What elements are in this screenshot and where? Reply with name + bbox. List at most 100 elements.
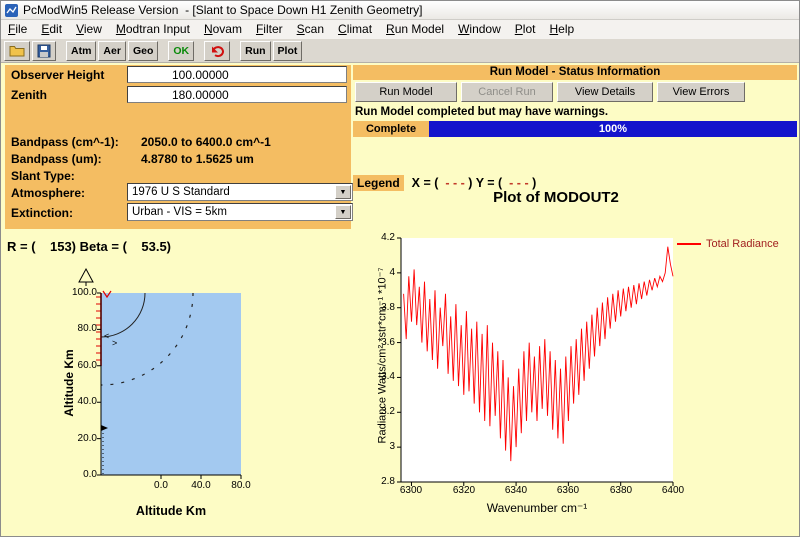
open-folder-icon [9,46,25,57]
spec-ytick-label: 2.8 [381,476,395,487]
progress-bar: 100% [429,121,797,137]
menu-item-climat[interactable]: Climat [331,20,379,39]
chevron-down-icon[interactable]: ▼ [335,205,351,219]
atmosphere-label: Atmosphere: [11,186,86,200]
observer-marker-icon [78,267,94,286]
r-beta-readout: R = ( 153) Beta = ( 53.5) [7,239,172,254]
toolbar: Atm Aer Geo OK Run Plot [1,39,799,63]
plot-title: Plot of MODOUT2 [493,189,619,206]
menu-item-modtran-input[interactable]: Modtran Input [109,20,197,39]
menu-item-filter[interactable]: Filter [249,20,290,39]
legend-chip: Legend [353,175,404,191]
atmosphere-select[interactable]: 1976 U S Standard ▼ [127,183,353,201]
geo-xtick-label: 0.0 [154,480,168,491]
open-file-button[interactable] [4,40,30,61]
save-icon [37,44,51,57]
x-tick-marks [160,475,242,479]
geo-xtick-label: 80.0 [231,480,251,491]
geometry-x-axis-label: Altitude Km [135,504,207,518]
observer-height-label: Observer Height [11,68,105,82]
run-model-button[interactable]: Run Model [355,82,457,102]
spectrum-plot [397,237,674,486]
geo-ytick-label: 60.0 [77,360,97,371]
bandpass-um-label: Bandpass (um): [11,152,102,166]
menu-item-view[interactable]: View [69,20,109,39]
menu-item-scan[interactable]: Scan [290,20,331,39]
menu-item-novam[interactable]: Novam [197,20,249,39]
undo-button[interactable] [204,40,231,61]
app-window: PcModWin5 Release Version - [Slant to Sp… [0,0,800,537]
undo-arrow-icon [212,45,225,57]
chevron-down-icon[interactable]: ▼ [335,185,351,199]
spectrum-y-axis-label: Radiance Watts/cm² *str*cm⁻¹ *10⁻⁷ [376,267,389,444]
atmosphere-area [101,293,241,475]
geo-ytick-label: 40.0 [77,396,97,407]
geo-ytick-label: 0.0 [83,469,97,480]
plot-button[interactable]: Plot [272,40,303,61]
angle-glyph-left: < [104,331,109,341]
spec-ytick-label: 4.2 [381,232,395,243]
menu-bar: File Edit View Modtran Input Novam Filte… [1,20,799,40]
observer-height-input[interactable] [127,66,347,83]
cursor-close-paren: ) [528,176,537,190]
spec-xtick-label: 6400 [661,485,685,496]
complete-label: Complete [353,121,429,137]
menu-item-run-model[interactable]: Run Model [379,20,451,39]
window-title: PcModWin5 Release Version - [Slant to Sp… [23,3,423,17]
app-icon [5,3,18,17]
spec-ytick-label: 3.2 [381,406,395,417]
atmosphere-value: 1976 U S Standard [132,186,230,198]
geo-button[interactable]: Geo [127,40,159,61]
menu-item-window[interactable]: Window [451,20,508,39]
ok-button[interactable]: OK [168,40,195,61]
spec-ytick-label: 3 [389,441,395,452]
menu-item-help[interactable]: Help [542,20,581,39]
aer-button[interactable]: Aer [98,40,126,61]
geometry-plot: < > [96,290,242,479]
spec-ytick-label: 3.8 [381,302,395,313]
spec-ytick-label: 4 [389,267,395,278]
view-errors-button[interactable]: View Errors [657,82,745,102]
menu-item-plot[interactable]: Plot [508,20,543,39]
extinction-label: Extinction: [11,206,73,220]
cursor-x-value: - - - [441,176,465,190]
zenith-label: Zenith [11,88,47,102]
geo-xtick-label: 40.0 [191,480,211,491]
bandpass-um-value: 4.8780 to 1.5625 um [141,152,254,166]
run-button[interactable]: Run [240,40,271,61]
geo-ytick-label: 100.0 [71,287,97,298]
series-legend-label: Total Radiance [706,238,779,250]
zenith-input[interactable] [127,86,347,103]
cursor-y-value: - - - [505,176,529,190]
spec-xtick-label: 6340 [504,485,528,496]
atm-button[interactable]: Atm [66,40,97,61]
spec-xtick-label: 6320 [452,485,476,496]
extinction-select[interactable]: Urban - VIS = 5km ▼ [127,203,353,221]
cursor-y-label: ) Y = ( [464,176,506,190]
slant-type-label: Slant Type: [11,169,75,183]
cancel-run-button[interactable]: Cancel Run [461,82,553,102]
geo-ytick-label: 20.0 [77,433,97,444]
spec-xtick-label: 6360 [556,485,580,496]
spectrum-x-axis-label: Wavenumber cm⁻¹ [486,501,588,515]
geo-ytick-label: 80.0 [77,323,97,334]
plot-background [401,238,673,482]
bandpass-cm-label: Bandpass (cm^-1): [11,135,119,149]
spec-ytick-label: 3.4 [381,371,395,382]
view-details-button[interactable]: View Details [557,82,653,102]
menu-item-file[interactable]: File [1,20,34,39]
status-header: Run Model - Status Information [353,65,797,80]
cursor-x-label: X = ( [411,176,442,190]
bandpass-cm-value: 2050.0 to 6400.0 cm^-1 [141,135,271,149]
red-line-swatch [677,243,701,245]
status-message: Run Model completed but may have warning… [355,106,609,118]
extinction-value: Urban - VIS = 5km [132,206,227,218]
save-button[interactable] [32,40,56,61]
run-model-status-panel: Run Model - Status Information Run Model… [353,65,797,139]
parameters-panel: Observer Height Zenith Bandpass (cm^-1):… [5,65,353,229]
geometry-y-axis-label: Altitude Km [62,349,76,417]
spec-xtick-label: 6380 [609,485,633,496]
spec-xtick-label: 6300 [399,485,423,496]
angle-glyph-right: > [112,338,117,348]
menu-item-edit[interactable]: Edit [34,20,69,39]
